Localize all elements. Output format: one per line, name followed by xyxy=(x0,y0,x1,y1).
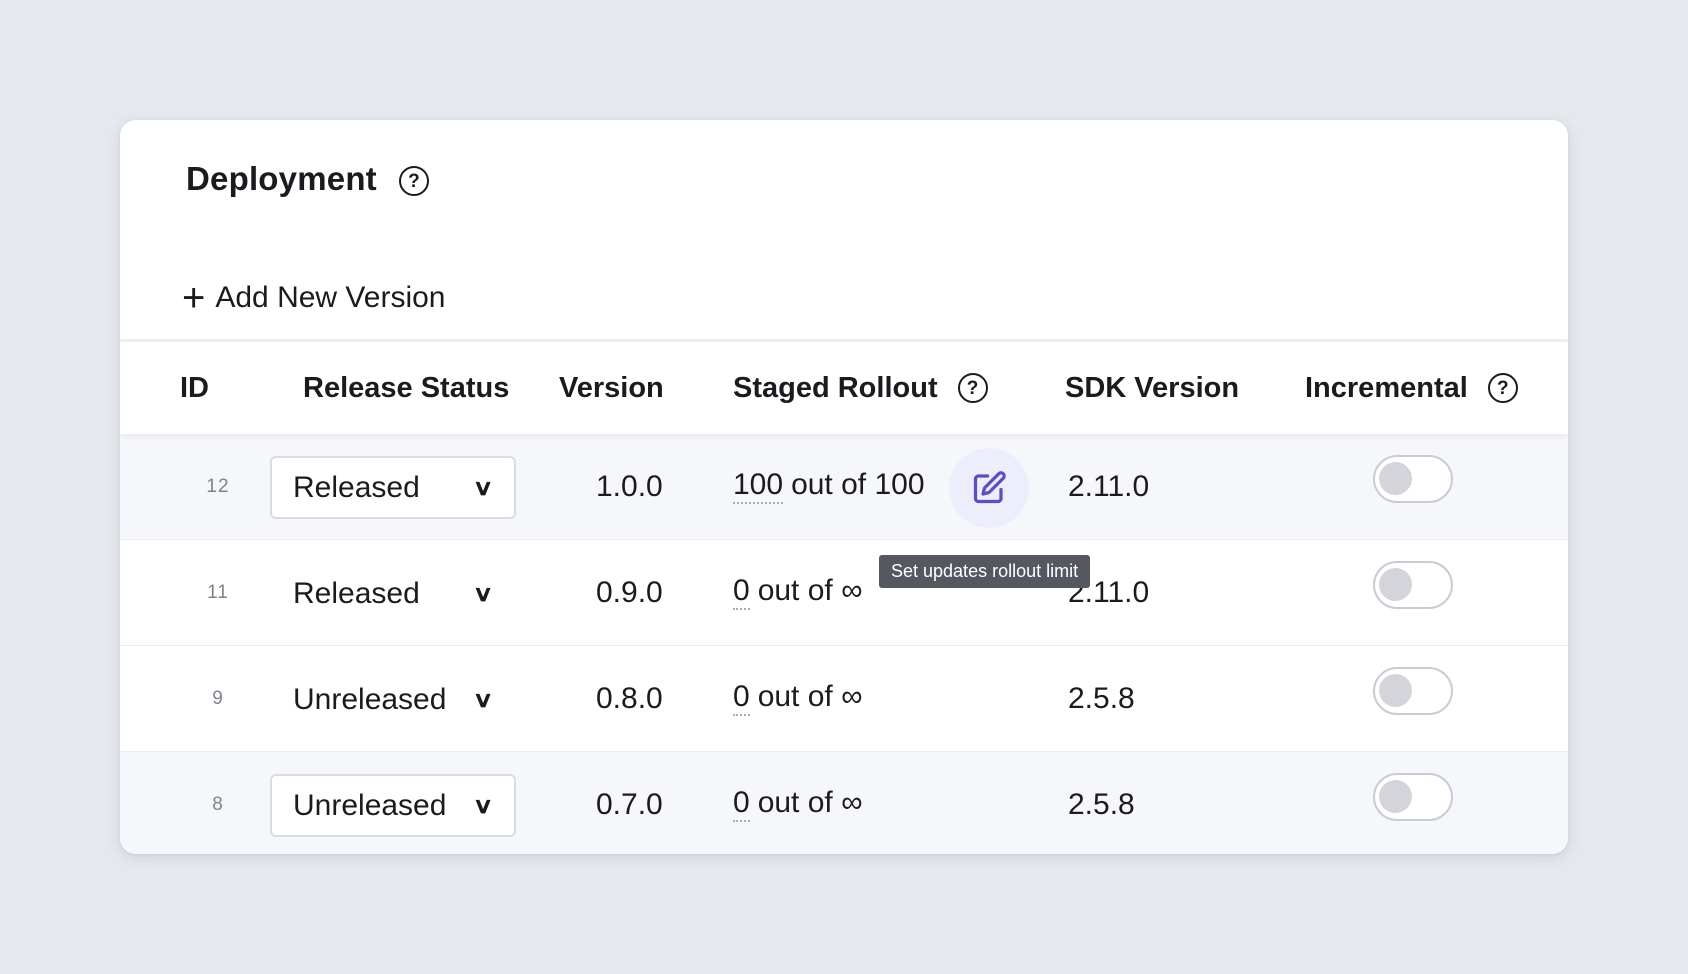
incremental-toggle[interactable] xyxy=(1373,561,1453,609)
release-status-value: Released xyxy=(293,470,420,504)
column-header-release-status-label: Release Status xyxy=(303,371,510,404)
rollout-count[interactable]: 0 xyxy=(733,682,750,716)
staged-rollout-value: 0 out of ∞ xyxy=(733,540,862,646)
column-header-sdk-version-label: SDK Version xyxy=(1065,371,1240,404)
column-header-staged-rollout-label: Staged Rollout xyxy=(733,371,938,404)
rollout-limit-tooltip: Set updates rollout limit xyxy=(879,555,1091,588)
staged-rollout-value: 100 out of 100 xyxy=(733,434,925,540)
question-circle-icon[interactable]: ? xyxy=(1487,373,1518,403)
page-title: Deployment xyxy=(186,160,377,197)
sdk-version-value: 2.5.8 xyxy=(1068,682,1135,715)
column-header-id: ID xyxy=(180,342,209,434)
chevron-down-icon: ∨ xyxy=(472,686,494,712)
versions-table-body: 12 Released ∨ 1.0.0 100 out of 100 2.11.… xyxy=(120,434,1568,854)
table-row: 9 Unreleased ∨ 0.8.0 0 out of ∞ 2.5.8 xyxy=(120,646,1568,752)
column-header-id-label: ID xyxy=(180,371,209,404)
incremental-toggle[interactable] xyxy=(1373,667,1453,715)
toggle-knob xyxy=(1379,568,1412,601)
toggle-knob xyxy=(1379,674,1412,707)
add-new-version-label: Add New Version xyxy=(215,281,446,314)
sdk-version-value: 2.5.8 xyxy=(1068,788,1135,821)
release-status-select[interactable]: Released ∨ xyxy=(270,456,516,519)
row-id: 12 xyxy=(206,476,230,497)
table-header: ID Release Status Version Staged Rollout… xyxy=(120,339,1568,434)
rollout-limit: out of ∞ xyxy=(757,680,863,713)
release-status-value: Released xyxy=(293,576,420,610)
question-circle-icon[interactable]: ? xyxy=(957,373,988,403)
release-status-value: Unreleased xyxy=(293,682,447,716)
column-header-staged-rollout: Staged Rollout ? xyxy=(733,342,988,434)
table-row: 12 Released ∨ 1.0.0 100 out of 100 2.11.… xyxy=(120,434,1568,540)
toggle-knob xyxy=(1379,462,1412,495)
version-value: 0.9.0 xyxy=(596,576,663,609)
rollout-limit: out of ∞ xyxy=(757,786,863,819)
deployment-card: Deployment ? + Add New Version ID Releas… xyxy=(120,120,1568,854)
column-header-version-label: Version xyxy=(559,371,664,404)
tooltip-text: Set updates rollout limit xyxy=(891,561,1079,581)
column-header-version: Version xyxy=(559,342,664,434)
rollout-limit: out of ∞ xyxy=(757,574,863,607)
add-new-version-button[interactable]: + Add New Version xyxy=(182,278,446,318)
plus-icon: + xyxy=(182,276,206,320)
release-status-value: Unreleased xyxy=(293,788,447,822)
row-id: 8 xyxy=(212,794,224,815)
rollout-count[interactable]: 100 xyxy=(733,470,784,504)
staged-rollout-value: 0 out of ∞ xyxy=(733,646,862,752)
rollout-limit: out of 100 xyxy=(791,468,925,501)
edit-icon xyxy=(973,471,1006,504)
table-row: 8 Unreleased ∨ 0.7.0 0 out of ∞ 2.5.8 xyxy=(120,752,1568,854)
chevron-down-icon: ∨ xyxy=(472,792,494,818)
staged-rollout-value: 0 out of ∞ xyxy=(733,752,862,854)
row-id: 11 xyxy=(207,582,229,603)
column-header-incremental: Incremental ? xyxy=(1305,342,1518,434)
card-header: Deployment ? xyxy=(186,160,429,198)
column-header-sdk-version: SDK Version xyxy=(1065,342,1239,434)
release-status-select[interactable]: Released ∨ xyxy=(270,562,516,625)
incremental-toggle[interactable] xyxy=(1373,773,1453,821)
column-header-incremental-label: Incremental xyxy=(1305,371,1468,404)
version-value: 0.7.0 xyxy=(596,788,663,821)
chevron-down-icon: ∨ xyxy=(472,474,494,500)
version-value: 0.8.0 xyxy=(596,682,663,715)
question-circle-icon[interactable]: ? xyxy=(398,166,429,196)
version-value: 1.0.0 xyxy=(596,470,663,503)
edit-rollout-button[interactable] xyxy=(949,448,1029,528)
rollout-count[interactable]: 0 xyxy=(733,576,750,610)
column-header-release-status: Release Status xyxy=(303,342,509,434)
rollout-count[interactable]: 0 xyxy=(733,788,750,822)
release-status-select[interactable]: Unreleased ∨ xyxy=(270,774,516,837)
toggle-knob xyxy=(1379,780,1412,813)
row-id: 9 xyxy=(212,688,224,709)
sdk-version-value: 2.11.0 xyxy=(1068,470,1150,503)
table-row: 11 Released ∨ 0.9.0 0 out of ∞ 2.11.0 xyxy=(120,540,1568,646)
chevron-down-icon: ∨ xyxy=(472,580,494,606)
incremental-toggle[interactable] xyxy=(1373,455,1453,503)
release-status-select[interactable]: Unreleased ∨ xyxy=(270,668,516,731)
